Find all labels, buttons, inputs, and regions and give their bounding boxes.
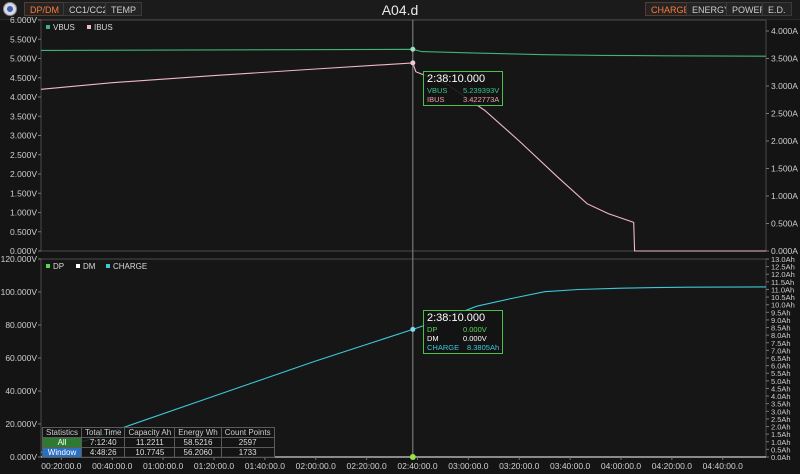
cursor-point-charge xyxy=(410,326,416,332)
stats-header: Count Points xyxy=(220,427,275,438)
x-tick-label: 03:40:00.0 xyxy=(550,461,590,471)
x-tick-label: 01:00:00.0 xyxy=(143,461,183,471)
statistics-table: Statistics Total Time Capacity Ah Energy… xyxy=(41,427,275,458)
legend-marker-charge xyxy=(106,264,110,268)
y-tick-label: 100.000V xyxy=(1,287,38,297)
y-tick-label: 1.000V xyxy=(10,208,37,218)
legend-marker-dp xyxy=(46,264,50,268)
tooltip-dp-label: DP xyxy=(427,325,438,334)
x-tick-label: 04:20:00.0 xyxy=(652,461,692,471)
legend-marker-dm xyxy=(76,264,80,268)
y-tick-label: 0.500V xyxy=(10,227,37,237)
stats-cell: 10.7745 xyxy=(124,447,176,458)
x-tick-label: 00:20:00.0 xyxy=(41,461,81,471)
x-tick-label: 02:00:00.0 xyxy=(296,461,336,471)
y-tick-label: 2.000V xyxy=(10,169,37,179)
y-tick-label: 1.500V xyxy=(10,188,37,198)
tooltip-dm-label: DM xyxy=(427,334,439,343)
tooltip-vbus-label: VBUS xyxy=(427,86,448,95)
x-tick-label: 04:00:00.0 xyxy=(601,461,641,471)
stats-cell: 1733 xyxy=(220,447,275,458)
legend-label-ibus: IBUS xyxy=(94,23,113,32)
tooltip-bottom-time: 2:38:10.000 xyxy=(427,312,486,324)
tooltip-bottom: 2:38:10.000 DP 0.000V DM 0.000V CHARGE 8.38… xyxy=(423,310,504,354)
cursor-point-vbus xyxy=(410,46,416,52)
tooltip-charge-label: CHARGE xyxy=(427,343,460,352)
y2-tick-label: 1.500A xyxy=(771,164,798,174)
y2-tick-label: 1.000A xyxy=(771,191,798,201)
y-tick-label: 40.000V xyxy=(5,386,37,396)
tooltip-vbus-value: 5.239393V xyxy=(463,86,500,95)
tooltip-charge-value: 8.3805Ah xyxy=(467,343,500,352)
y-tick-label: 4.000V xyxy=(10,92,37,102)
stats-row-window: Window 4:48:26 10.7745 56.2060 1733 xyxy=(41,447,275,458)
legend-label-dm: DM xyxy=(83,262,96,271)
cursor-point-ibus xyxy=(410,60,416,66)
stats-header: Capacity Ah xyxy=(124,427,176,438)
legend-label-charge: CHARGE xyxy=(113,262,147,271)
y-tick-label: 120.000V xyxy=(1,254,38,264)
stats-cell: 11.2211 xyxy=(124,437,176,448)
tooltip-top: 2:38:10.000 VBUS 5.239393V IBUS 3.422773A xyxy=(423,71,504,106)
stats-row-all: All 7:12:40 11.2211 58.5216 2597 xyxy=(41,437,275,448)
tooltip-ibus-label: IBUS xyxy=(427,95,445,104)
legend-marker-ibus xyxy=(87,25,91,29)
x-tick-label: 01:20:00.0 xyxy=(194,461,234,471)
stats-cell: 7:12:40 xyxy=(81,437,126,448)
y-tick-label: 3.500V xyxy=(10,111,37,121)
x-tick-label: 02:20:00.0 xyxy=(347,461,387,471)
y-tick-label: 5.500V xyxy=(10,34,37,44)
tooltip-dm-value: 0.000V xyxy=(463,334,487,343)
stats-cell: 58.5216 xyxy=(174,437,222,448)
y-tick-label: 6.000V xyxy=(10,15,37,25)
y2-tick-label: 2.500A xyxy=(771,109,798,119)
y2-tick-label: 3.000A xyxy=(771,81,798,91)
legend-label-vbus: VBUS xyxy=(53,23,75,32)
legend-label-dp: DP xyxy=(53,262,64,271)
y2-tick-label: 3.500A xyxy=(771,54,798,64)
y-tick-label: 3.000V xyxy=(10,131,37,141)
x-tick-label: 03:00:00.0 xyxy=(448,461,488,471)
cursor-handle xyxy=(409,454,416,460)
stats-header: Energy Wh xyxy=(174,427,222,438)
y-tick-label: 80.000V xyxy=(5,320,37,330)
stats-header: Total Time xyxy=(81,427,126,438)
measurement-chart[interactable]: 0.000V 0.500V 1.000V 1.500V 2.000V 2.500V 3.00… xyxy=(0,0,800,474)
stats-window-button[interactable]: Window xyxy=(41,447,83,458)
tooltip-top-time: 2:38:10.000 xyxy=(427,73,486,85)
y-tick-label: 5.000V xyxy=(10,54,37,64)
stats-all-button[interactable]: All xyxy=(41,437,83,448)
plot-area-1 xyxy=(40,19,767,252)
x-tick-label: 04:40:00.0 xyxy=(703,461,743,471)
tooltip-dp-value: 0.000V xyxy=(463,325,487,334)
tooltip-ibus-value: 3.422773A xyxy=(463,95,500,104)
x-tick-label: 00:40:00.0 xyxy=(92,461,132,471)
stats-header: Statistics xyxy=(41,427,83,438)
legend-marker-vbus xyxy=(46,25,50,29)
y2-tick-label: 4.000A xyxy=(771,26,798,36)
x-tick-label: 01:40:00.0 xyxy=(245,461,285,471)
x-tick-label: 03:20:00.0 xyxy=(499,461,539,471)
stats-header-row: Statistics Total Time Capacity Ah Energy… xyxy=(41,427,275,438)
y-tick-label: 4.500V xyxy=(10,73,37,83)
y2-tick-label: 0.500A xyxy=(771,219,798,229)
x-tick-label: 02:40:00.0 xyxy=(397,461,437,471)
stats-cell: 4:48:26 xyxy=(81,447,126,458)
y-tick-label: 60.000V xyxy=(5,353,37,363)
y2-tick-label: 2.000A xyxy=(771,136,798,146)
stats-cell: 2597 xyxy=(220,437,275,448)
stats-cell: 56.2060 xyxy=(174,447,222,458)
y-tick-label: 20.000V xyxy=(5,419,37,429)
y2-tick-label: 13.0Ah xyxy=(771,255,795,264)
y-tick-label: 2.500V xyxy=(10,150,37,160)
y-tick-label: 0.000V xyxy=(10,452,37,462)
